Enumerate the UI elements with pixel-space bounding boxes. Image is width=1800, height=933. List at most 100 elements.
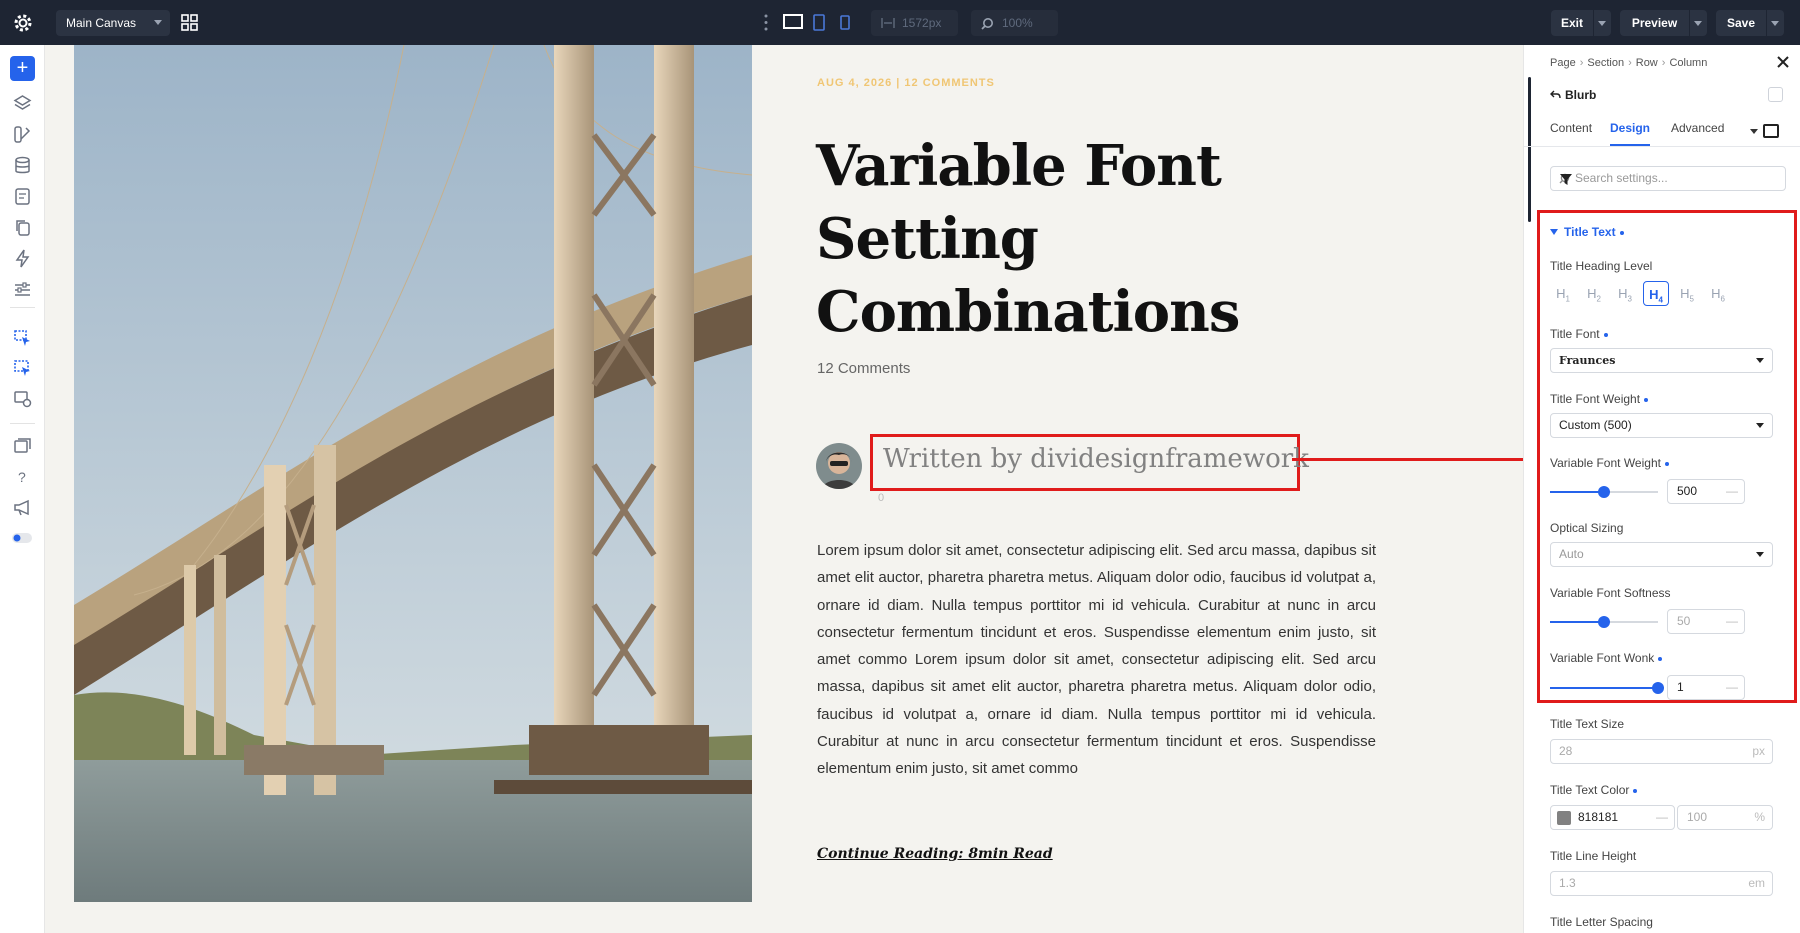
highlight-connector-line [1292, 458, 1536, 461]
bridge-photo [74, 45, 752, 902]
comments-link[interactable]: 12 Comments [817, 360, 910, 377]
settings-search-input[interactable]: Search settings... [1550, 166, 1786, 191]
title-text-size-input[interactable]: 28 px [1550, 739, 1773, 764]
exit-button-label: Exit [1560, 16, 1583, 30]
bolt-icon[interactable] [13, 249, 32, 268]
desktop-view-icon[interactable] [783, 13, 803, 32]
chevron-down-icon[interactable] [1771, 21, 1779, 26]
optical-sizing-value: Auto [1559, 547, 1584, 561]
heading-level-h6[interactable]: H6 [1705, 281, 1731, 306]
grid-view-icon[interactable] [181, 14, 198, 31]
window-icon[interactable] [13, 436, 32, 455]
title-line-height-label: Title Line Height [1550, 849, 1637, 863]
phone-view-icon[interactable] [839, 13, 851, 32]
svg-text:?: ? [18, 469, 26, 485]
preview-button[interactable]: Preview [1620, 10, 1707, 36]
post-meta: AUG 4, 2026 | 12 COMMENTS [817, 77, 995, 89]
title-letter-spacing-label: Title Letter Spacing [1550, 915, 1653, 929]
tab-design[interactable]: Design [1610, 121, 1650, 135]
preset-icon[interactable] [13, 389, 32, 408]
module-options-icon[interactable] [1768, 87, 1783, 102]
title-font-label: Title Font [1550, 327, 1608, 341]
canvas-width-field[interactable]: 1572px [871, 10, 958, 36]
color-swatch[interactable] [1557, 811, 1571, 825]
help-icon[interactable]: ? [13, 467, 32, 486]
post-comments-count[interactable]: 12 COMMENTS [904, 77, 994, 89]
author-highlight-box: Written by dividesignframework [870, 434, 1309, 491]
add-icon[interactable]: + [10, 56, 35, 81]
slider-handle[interactable] [1598, 616, 1610, 628]
close-icon[interactable] [1776, 55, 1790, 69]
breadcrumb-row[interactable]: Row [1636, 57, 1658, 69]
variable-font-weight-input[interactable]: 500 — [1667, 479, 1745, 504]
exit-button[interactable]: Exit [1551, 10, 1611, 36]
breadcrumb-page[interactable]: Page [1550, 57, 1576, 69]
gear-icon[interactable] [11, 11, 35, 35]
page-icon[interactable] [13, 187, 32, 206]
preview-button-label: Preview [1631, 16, 1678, 30]
optical-sizing-select[interactable]: Auto [1550, 542, 1773, 567]
page-canvas: AUG 4, 2026 | 12 COMMENTS Variable Font … [45, 45, 1523, 933]
variable-font-wonk-label: Variable Font Wonk [1550, 651, 1663, 665]
title-text-size-label: Title Text Size [1550, 717, 1625, 731]
filter-icon[interactable] [1559, 173, 1573, 186]
continue-reading-link[interactable]: Continue Reading: 8min Read [817, 846, 1053, 862]
toggle-icon[interactable] [11, 532, 33, 544]
slider-handle[interactable] [1598, 486, 1610, 498]
chevron-down-icon[interactable] [1694, 21, 1702, 26]
author-subtext: 0 [878, 492, 885, 504]
canvas-selector[interactable]: Main Canvas [56, 10, 170, 36]
title-font-weight-select[interactable]: Custom (500) [1550, 413, 1773, 438]
heading-level-h1[interactable]: H1 [1550, 281, 1576, 306]
paint-icon[interactable] [13, 125, 32, 144]
heading-level-h3[interactable]: H3 [1612, 281, 1638, 306]
view-mode-icon[interactable] [1763, 124, 1779, 138]
tab-advanced[interactable]: Advanced [1671, 121, 1724, 135]
database-icon[interactable] [13, 156, 32, 175]
back-arrow-icon[interactable] [1550, 89, 1561, 100]
cursor-multi-icon[interactable] [13, 359, 32, 378]
post-date: AUG 4, 2026 [817, 77, 893, 89]
post-title: Variable Font Setting Combinations [816, 133, 1240, 345]
sliders-icon[interactable] [13, 280, 32, 299]
slider-handle[interactable] [1652, 682, 1664, 694]
heading-level-h4[interactable]: H4 [1643, 281, 1669, 306]
title-font-weight-label: Title Font Weight [1550, 392, 1649, 406]
breadcrumb-section[interactable]: Section [1587, 57, 1624, 69]
variable-font-softness-slider[interactable] [1550, 616, 1658, 628]
panel-scrollbar[interactable] [1528, 77, 1531, 222]
canvas-selector-label: Main Canvas [66, 16, 137, 30]
variable-font-wonk-slider[interactable] [1550, 682, 1664, 694]
title-text-section-header[interactable]: Title Text [1564, 225, 1624, 239]
author-byline[interactable]: Written by dividesignframework [883, 444, 1309, 474]
title-heading-level-label: Title Heading Level [1550, 259, 1653, 273]
tab-content[interactable]: Content [1550, 121, 1592, 135]
tablet-view-icon[interactable] [812, 13, 826, 32]
title-font-select[interactable]: Fraunces [1550, 348, 1773, 373]
zoom-field[interactable]: 100% [971, 10, 1058, 36]
module-name: Blurb [1565, 88, 1597, 102]
heading-level-h5[interactable]: H5 [1674, 281, 1700, 306]
title-text-opacity-input[interactable]: 100 % [1677, 805, 1773, 830]
heading-level-h2[interactable]: H2 [1581, 281, 1607, 306]
breadcrumb-column[interactable]: Column [1669, 57, 1707, 69]
canvas-width-value: 1572px [902, 16, 942, 30]
chevron-down-icon[interactable] [1550, 229, 1558, 235]
cursor-icon[interactable] [13, 329, 32, 348]
chevron-down-icon[interactable] [1598, 21, 1606, 26]
title-line-height-input[interactable]: 1.3 em [1550, 871, 1773, 896]
megaphone-icon[interactable] [13, 498, 32, 517]
chevron-down-icon [154, 20, 162, 25]
kebab-menu-icon[interactable] [764, 14, 768, 31]
variable-font-softness-input[interactable]: 50 — [1667, 609, 1745, 634]
variable-font-wonk-input[interactable]: 1 — [1667, 675, 1745, 700]
variable-font-weight-slider[interactable] [1550, 486, 1658, 498]
copy-icon[interactable] [13, 218, 32, 237]
chevron-down-icon[interactable] [1750, 129, 1758, 134]
title-text-color-input[interactable]: 818181 — [1550, 805, 1675, 830]
layers-icon[interactable] [13, 94, 32, 113]
settings-panel: Page › Section › Row › Column Blurb Content De… [1523, 45, 1800, 933]
variable-font-weight-label: Variable Font Weight [1550, 456, 1669, 470]
search-icon [981, 18, 993, 30]
save-button[interactable]: Save [1716, 10, 1784, 36]
